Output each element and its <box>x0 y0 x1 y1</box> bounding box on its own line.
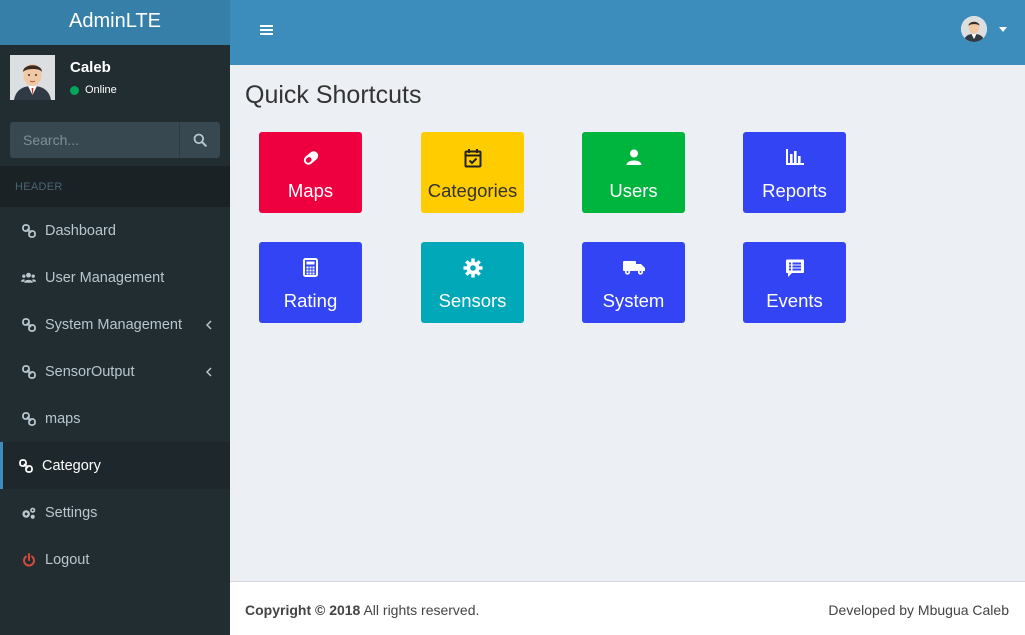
shortcut-sensors[interactable]: Sensors <box>421 242 524 323</box>
sidebar-toggle-button[interactable] <box>260 23 273 41</box>
footer-copyright: Copyright © 2018 All rights reserved. <box>245 602 479 618</box>
gear-icon <box>463 258 482 278</box>
copyright-rest: All rights reserved. <box>360 602 480 618</box>
sidebar-item-user-management[interactable]: User Management <box>0 254 230 301</box>
user-panel: Caleb Online <box>0 45 230 108</box>
caret-down-icon[interactable] <box>999 27 1007 32</box>
sidebar-menu-header: HEADER <box>0 166 230 207</box>
comment-list-icon <box>785 259 804 277</box>
chevron-left-icon <box>205 365 212 381</box>
calendar-check-icon <box>464 149 481 168</box>
sidebar-item-settings[interactable]: Settings <box>0 489 230 536</box>
shortcut-label: Users <box>609 180 658 201</box>
shortcut-rating[interactable]: Rating <box>259 242 362 323</box>
truck-icon <box>622 261 645 275</box>
shortcut-label: Reports <box>762 180 827 201</box>
shortcut-label: System <box>602 290 665 311</box>
sidebar-item-system-management[interactable]: System Management <box>0 301 230 348</box>
sidebar-item-label: SensorOutput <box>45 363 135 380</box>
footer: Copyright © 2018 All rights reserved. De… <box>230 581 1025 635</box>
cogs-icon <box>21 505 36 520</box>
shortcut-events[interactable]: Events <box>743 242 846 323</box>
hamburger-icon <box>260 25 273 35</box>
sidebar-item-dashboard[interactable]: Dashboard <box>0 207 230 254</box>
shortcut-categories[interactable]: Categories <box>421 132 524 213</box>
online-status-icon <box>70 85 79 95</box>
sidebar-item-label: maps <box>45 410 81 427</box>
shortcut-label: Sensors <box>438 290 507 311</box>
link-icon <box>21 317 36 332</box>
top-navbar <box>230 0 1025 65</box>
shortcut-users[interactable]: Users <box>582 132 685 213</box>
sidebar-item-label: Logout <box>45 551 90 568</box>
power-icon <box>21 552 36 567</box>
search-icon <box>193 133 207 147</box>
app-logo[interactable]: AdminLTE <box>0 0 230 45</box>
link-icon <box>21 223 36 238</box>
shortcut-label: Maps <box>287 180 334 201</box>
shortcut-label: Rating <box>283 290 338 311</box>
shortcut-reports[interactable]: Reports <box>743 132 846 213</box>
user-icon <box>626 149 641 165</box>
sidebar-item-label: System Management <box>45 316 183 333</box>
bar-chart-icon <box>785 149 804 165</box>
sidebar-item-logout[interactable]: Logout <box>0 536 230 583</box>
search-input[interactable] <box>11 123 179 157</box>
footer-credit: Developed by Mbugua Caleb <box>828 602 1009 618</box>
sidebar-item-maps[interactable]: maps <box>0 395 230 442</box>
shortcut-system[interactable]: System <box>582 242 685 323</box>
shortcut-label: Events <box>766 290 823 311</box>
link-icon <box>18 458 33 473</box>
sidebar: AdminLTE Caleb Online Search... HEADER D… <box>0 0 230 635</box>
sidebar-item-label: Dashboard <box>45 222 116 239</box>
user-status-label: Online <box>85 84 117 96</box>
copyright-bold: Copyright © 2018 <box>245 602 361 618</box>
user-name: Caleb <box>70 59 111 76</box>
sidebar-item-label: User Management <box>45 269 165 286</box>
shortcut-label: Categories <box>427 180 518 201</box>
user-menu-avatar[interactable] <box>961 16 987 42</box>
calculator-icon <box>303 258 318 277</box>
user-status: Online <box>70 84 117 96</box>
search-button[interactable] <box>179 123 219 157</box>
eraser-icon <box>303 151 318 165</box>
user-avatar <box>10 55 55 100</box>
shortcut-maps[interactable]: Maps <box>259 132 362 213</box>
link-icon <box>21 364 36 379</box>
sidebar-item-category[interactable]: Category <box>0 442 230 489</box>
sidebar-search-form <box>10 122 220 158</box>
chevron-left-icon <box>205 318 212 334</box>
users-icon <box>21 270 36 285</box>
sidebar-item-label: Settings <box>45 504 98 521</box>
sidebar-item-label: Category <box>42 457 101 474</box>
link-icon <box>21 411 36 426</box>
sidebar-item-sensor-output[interactable]: SensorOutput <box>0 348 230 395</box>
sidebar-menu: Dashboard User Management System Managem… <box>0 207 230 583</box>
page-title: Quick Shortcuts <box>245 81 422 109</box>
